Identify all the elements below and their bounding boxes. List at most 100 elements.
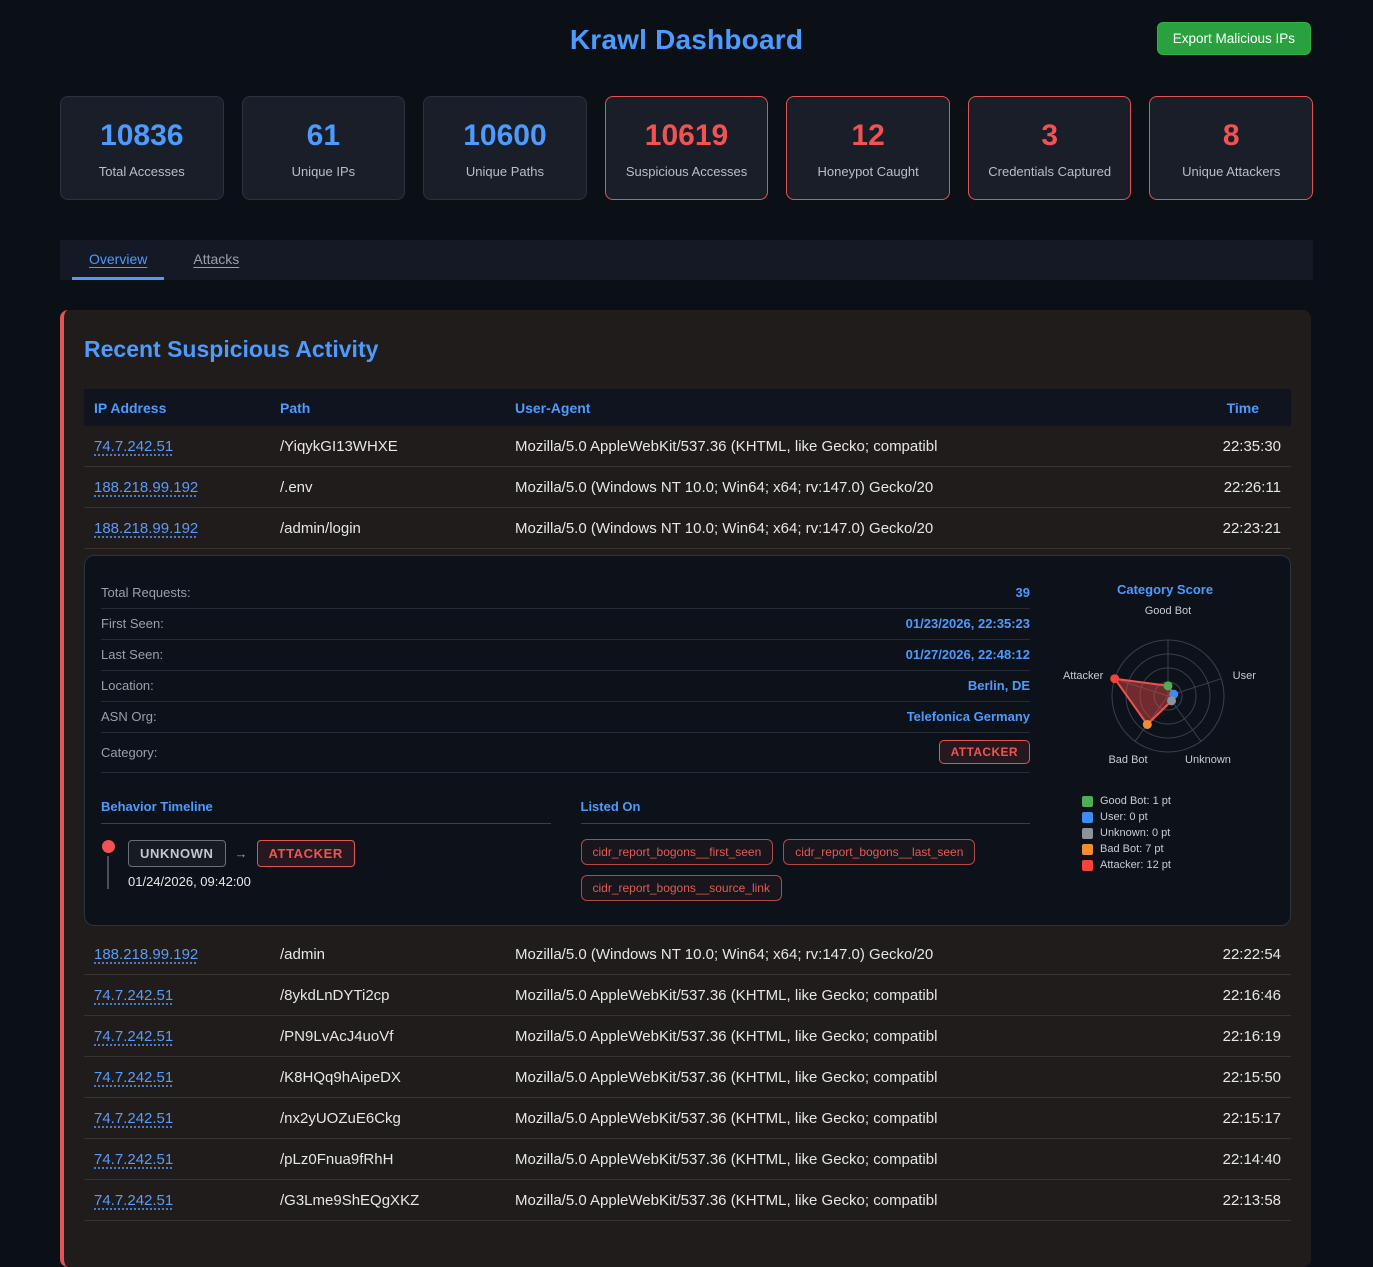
table-row[interactable]: 188.218.99.192 /admin Mozilla/5.0 (Windo… (84, 934, 1291, 975)
user-agent-cell: Mozilla/5.0 (Windows NT 10.0; Win64; x64… (515, 946, 1171, 963)
legend-label: Attacker: 12 pt (1100, 859, 1171, 871)
table-row[interactable]: 74.7.242.51 /nx2yUOZuE6Ckg Mozilla/5.0 A… (84, 1098, 1291, 1139)
stat-card-suspicious-accesses: 10619 Suspicious Accesses (605, 96, 769, 200)
tab-overview[interactable]: Overview (72, 240, 164, 280)
ip-address-link[interactable]: 74.7.242.51 (94, 1151, 173, 1168)
radar-legend-item: User: 0 pt (1082, 811, 1274, 823)
stat-label: Honeypot Caught (793, 164, 943, 179)
radar-legend-item: Bad Bot: 7 pt (1082, 843, 1274, 855)
table-row[interactable]: 74.7.242.51 /PN9LvAcJ4uoVf Mozilla/5.0 A… (84, 1016, 1291, 1057)
ip-address-link[interactable]: 74.7.242.51 (94, 1110, 173, 1127)
svg-text:Bad Bot: Bad Bot (1108, 754, 1147, 766)
ip-detail-panel: Total Requests: 39 First Seen: 01/23/202… (84, 555, 1291, 926)
table-row[interactable]: 188.218.99.192 /.env Mozilla/5.0 (Window… (84, 467, 1291, 508)
category-score-radar-chart: Good BotUserUnknownBad BotAttacker (1056, 599, 1274, 787)
user-agent-cell: Mozilla/5.0 AppleWebKit/537.36 (KHTML, l… (515, 1110, 1171, 1127)
table-row[interactable]: 188.218.99.192 /admin/login Mozilla/5.0 … (84, 508, 1291, 549)
col-header-ip-address: IP Address (94, 400, 280, 416)
path-cell: /.env (280, 479, 515, 496)
detail-field-row: Last Seen: 01/27/2026, 22:48:12 (101, 640, 1030, 671)
stat-label: Total Accesses (67, 164, 217, 179)
ip-address-link[interactable]: 188.218.99.192 (94, 520, 198, 537)
stat-card-credentials-captured: 3 Credentials Captured (968, 96, 1132, 200)
stat-label: Credentials Captured (975, 164, 1125, 179)
detail-field-value: Telefonica Germany (907, 709, 1030, 724)
radar-chart-title: Category Score (1056, 582, 1274, 597)
table-row[interactable]: 74.7.242.51 /G3Lme9ShEQgXKZ Mozilla/5.0 … (84, 1180, 1291, 1221)
table-row[interactable]: 74.7.242.51 /YiqykGI13WHXE Mozilla/5.0 A… (84, 426, 1291, 467)
ip-address-link[interactable]: 74.7.242.51 (94, 1028, 173, 1045)
time-cell: 22:16:46 (1171, 987, 1281, 1004)
ip-address-link[interactable]: 188.218.99.192 (94, 479, 198, 496)
timeline-marker (101, 840, 115, 889)
legend-label: Unknown: 0 pt (1100, 827, 1170, 839)
ip-detail-fields: Total Requests: 39 First Seen: 01/23/202… (101, 578, 1030, 773)
path-cell: /admin/login (280, 520, 515, 537)
category-from-badge: UNKNOWN (128, 840, 226, 867)
ip-detail-info: Total Requests: 39 First Seen: 01/23/202… (101, 578, 1030, 901)
detail-field-value: ATTACKER (939, 740, 1030, 764)
krawl-dashboard-page: Krawl Dashboard Export Malicious IPs 108… (0, 0, 1373, 1267)
table-row[interactable]: 74.7.242.51 /pLz0Fnua9fRhH Mozilla/5.0 A… (84, 1139, 1291, 1180)
stat-value: 3 (975, 119, 1125, 153)
legend-label: Bad Bot: 7 pt (1100, 843, 1164, 855)
listed-on-title: Listed On (581, 799, 1031, 824)
ip-address-link[interactable]: 74.7.242.51 (94, 1192, 173, 1209)
detail-field-value: 01/23/2026, 22:35:23 (906, 616, 1030, 631)
col-header-path: Path (280, 400, 515, 416)
user-agent-cell: Mozilla/5.0 AppleWebKit/537.36 (KHTML, l… (515, 1151, 1171, 1168)
detail-field-label: First Seen: (101, 616, 164, 631)
legend-swatch-icon (1082, 812, 1093, 823)
tab-bar: Overview Attacks (60, 240, 1313, 280)
stats-row: 10836 Total Accesses 61 Unique IPs 10600… (60, 96, 1313, 200)
stat-value: 12 (793, 119, 943, 153)
ip-address-link[interactable]: 188.218.99.192 (94, 946, 198, 963)
ip-address-link[interactable]: 74.7.242.51 (94, 987, 173, 1004)
section-title: Recent Suspicious Activity (84, 336, 1291, 363)
stat-card-total-accesses: 10836 Total Accesses (60, 96, 224, 200)
export-malicious-ips-button[interactable]: Export Malicious IPs (1157, 22, 1311, 55)
behavior-timeline-section: Behavior Timeline UNKNOWN → (101, 799, 551, 901)
time-cell: 22:14:40 (1171, 1151, 1281, 1168)
radar-legend: Good Bot: 1 pt User: 0 pt Unknown: 0 pt … (1082, 795, 1274, 871)
user-agent-cell: Mozilla/5.0 AppleWebKit/537.36 (KHTML, l… (515, 1028, 1171, 1045)
detail-field-label: Last Seen: (101, 647, 163, 662)
table-row[interactable]: 74.7.242.51 /8ykdLnDYTi2cp Mozilla/5.0 A… (84, 975, 1291, 1016)
detail-field-label: Location: (101, 678, 154, 693)
category-score-section: Category Score Good BotUserUnknownBad Bo… (1056, 578, 1274, 901)
table-header-row: IP Address Path User-Agent Time (84, 389, 1291, 426)
listed-on-section: Listed On cidr_report_bogons__first_seen… (581, 799, 1031, 901)
detail-field-row: First Seen: 01/23/2026, 22:35:23 (101, 609, 1030, 640)
user-agent-cell: Mozilla/5.0 AppleWebKit/537.36 (KHTML, l… (515, 1192, 1171, 1209)
col-header-time: Time (1171, 400, 1281, 416)
path-cell: /YiqykGI13WHXE (280, 438, 515, 455)
svg-text:Attacker: Attacker (1063, 670, 1104, 682)
detail-field-label: Category: (101, 745, 157, 760)
behavior-timeline-title: Behavior Timeline (101, 799, 551, 824)
timeline-item: UNKNOWN → ATTACKER 01/24/2026, 09:42:00 (101, 840, 551, 889)
ip-address-link[interactable]: 74.7.242.51 (94, 438, 173, 455)
listed-on-badges: cidr_report_bogons__first_seencidr_repor… (581, 839, 1031, 901)
user-agent-cell: Mozilla/5.0 AppleWebKit/537.36 (KHTML, l… (515, 438, 1171, 455)
detail-field-label: Total Requests: (101, 585, 191, 600)
path-cell: /admin (280, 946, 515, 963)
user-agent-cell: Mozilla/5.0 AppleWebKit/537.36 (KHTML, l… (515, 987, 1171, 1004)
radar-legend-item: Good Bot: 1 pt (1082, 795, 1274, 807)
legend-swatch-icon (1082, 796, 1093, 807)
legend-swatch-icon (1082, 828, 1093, 839)
time-cell: 22:23:21 (1171, 520, 1281, 537)
stat-label: Unique IPs (249, 164, 399, 179)
stat-value: 10600 (430, 119, 580, 153)
detail-field-row: ASN Org: Telefonica Germany (101, 702, 1030, 733)
stat-value: 10836 (67, 119, 217, 153)
tab-attacks[interactable]: Attacks (176, 240, 256, 280)
detail-field-label: ASN Org: (101, 709, 157, 724)
path-cell: /G3Lme9ShEQgXKZ (280, 1192, 515, 1209)
time-cell: 22:16:19 (1171, 1028, 1281, 1045)
legend-label: User: 0 pt (1100, 811, 1148, 823)
table-row[interactable]: 74.7.242.51 /K8HQq9hAipeDX Mozilla/5.0 A… (84, 1057, 1291, 1098)
ip-address-link[interactable]: 74.7.242.51 (94, 1069, 173, 1086)
path-cell: /nx2yUOZuE6Ckg (280, 1110, 515, 1127)
timeline-stem (107, 856, 109, 889)
table-rows-after-detail: 188.218.99.192 /admin Mozilla/5.0 (Windo… (84, 934, 1291, 1221)
